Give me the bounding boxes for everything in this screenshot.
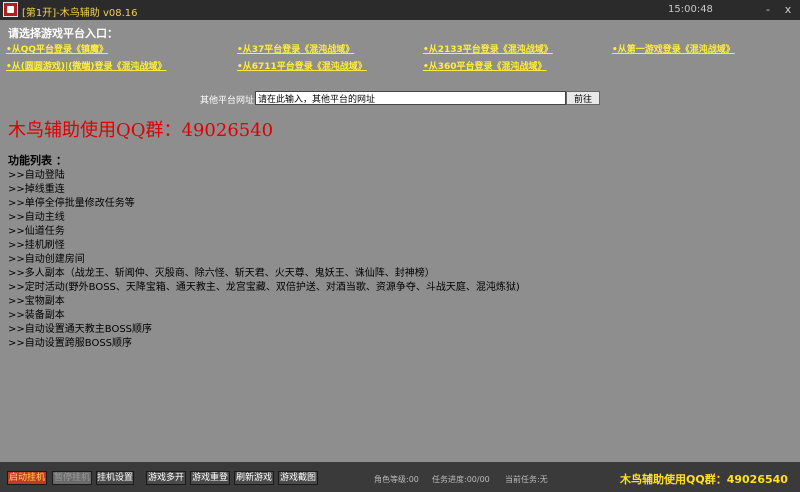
- footer-qq-group: 木鸟辅助使用QQ群：49026540: [620, 473, 788, 486]
- platform-link-2133[interactable]: •从2133平台登录《混沌战域》: [423, 42, 553, 55]
- title-bar: [第1开]-木鸟辅助 v08.16 15:00:48 - x: [0, 0, 800, 20]
- feature-item: >>自动创建房间: [8, 254, 85, 265]
- feature-item: >>自动登陆: [8, 170, 65, 181]
- app-logo-icon: [3, 2, 18, 17]
- platform-link-37[interactable]: •从37平台登录《混沌战域》: [237, 42, 354, 55]
- window-title: [第1开]-木鸟辅助 v08.16: [22, 8, 138, 19]
- other-platform-label: 其他平台网址：: [200, 96, 264, 106]
- platform-prompt: 请选择游戏平台入口：: [8, 27, 118, 40]
- platform-link-yuanyuan[interactable]: •从(圆圆游戏)|(微端)登录《混沌战域》: [6, 59, 167, 72]
- platform-link-qq[interactable]: •从QQ平台登录《镇魔》: [6, 42, 108, 55]
- main-panel: 请选择游戏平台入口： •从QQ平台登录《镇魔》 •从37平台登录《混沌战域》 •…: [0, 20, 800, 462]
- feature-item: >>自动设置通天教主BOSS顺序: [8, 324, 153, 335]
- other-platform-url-input[interactable]: [255, 91, 566, 105]
- hangup-settings-button[interactable]: 挂机设置: [96, 471, 134, 485]
- clock: 15:00:48: [668, 4, 713, 15]
- feature-item: >>装备副本: [8, 310, 65, 321]
- bottom-toolbar: 启动挂机 暂停挂机 挂机设置 游戏多开 游戏重登 刷新游戏 游戏截图 角色等级:…: [0, 462, 800, 492]
- feature-item: >>宝物副本: [8, 296, 65, 307]
- refresh-game-button[interactable]: 刷新游戏: [234, 471, 274, 485]
- screenshot-button[interactable]: 游戏截图: [278, 471, 318, 485]
- feature-item: >>定时活动(野外BOSS、天降宝箱、通天教主、龙宫宝藏、双倍护送、对酒当歌、资…: [8, 282, 520, 293]
- pause-hangup-button[interactable]: 暂停挂机: [52, 471, 92, 485]
- go-button[interactable]: 前往: [566, 91, 600, 105]
- feature-item: >>单停全停批量修改任务等: [8, 198, 135, 209]
- feature-item: >>掉线重连: [8, 184, 65, 195]
- platform-link-diyi[interactable]: •从第一游戏登录《混沌战域》: [612, 42, 735, 55]
- feature-item: >>挂机刷怪: [8, 240, 65, 251]
- feature-item: >>多人副本（战龙王、斩闻仲、灭殷商、除六怪、斩天君、火天尊、鬼妖王、诛仙阵、封…: [8, 268, 435, 279]
- role-level-status: 角色等级:00: [374, 475, 419, 484]
- close-button[interactable]: x: [780, 2, 796, 17]
- minimize-button[interactable]: -: [760, 2, 776, 17]
- relogin-button[interactable]: 游戏重登: [190, 471, 230, 485]
- feature-item: >>仙道任务: [8, 226, 65, 237]
- current-task-status: 当前任务:无: [505, 475, 548, 484]
- start-hangup-button[interactable]: 启动挂机: [7, 471, 47, 485]
- task-progress-status: 任务进度:00/00: [432, 475, 490, 484]
- feature-item: >>自动设置跨服BOSS顺序: [8, 338, 133, 349]
- platform-link-6711[interactable]: •从6711平台登录《混沌战域》: [237, 59, 367, 72]
- qq-group-banner: 木鸟辅助使用QQ群：49026540: [8, 120, 274, 141]
- feature-item: >>自动主线: [8, 212, 65, 223]
- multi-open-button[interactable]: 游戏多开: [146, 471, 186, 485]
- platform-link-360[interactable]: •从360平台登录《混沌战域》: [423, 59, 547, 72]
